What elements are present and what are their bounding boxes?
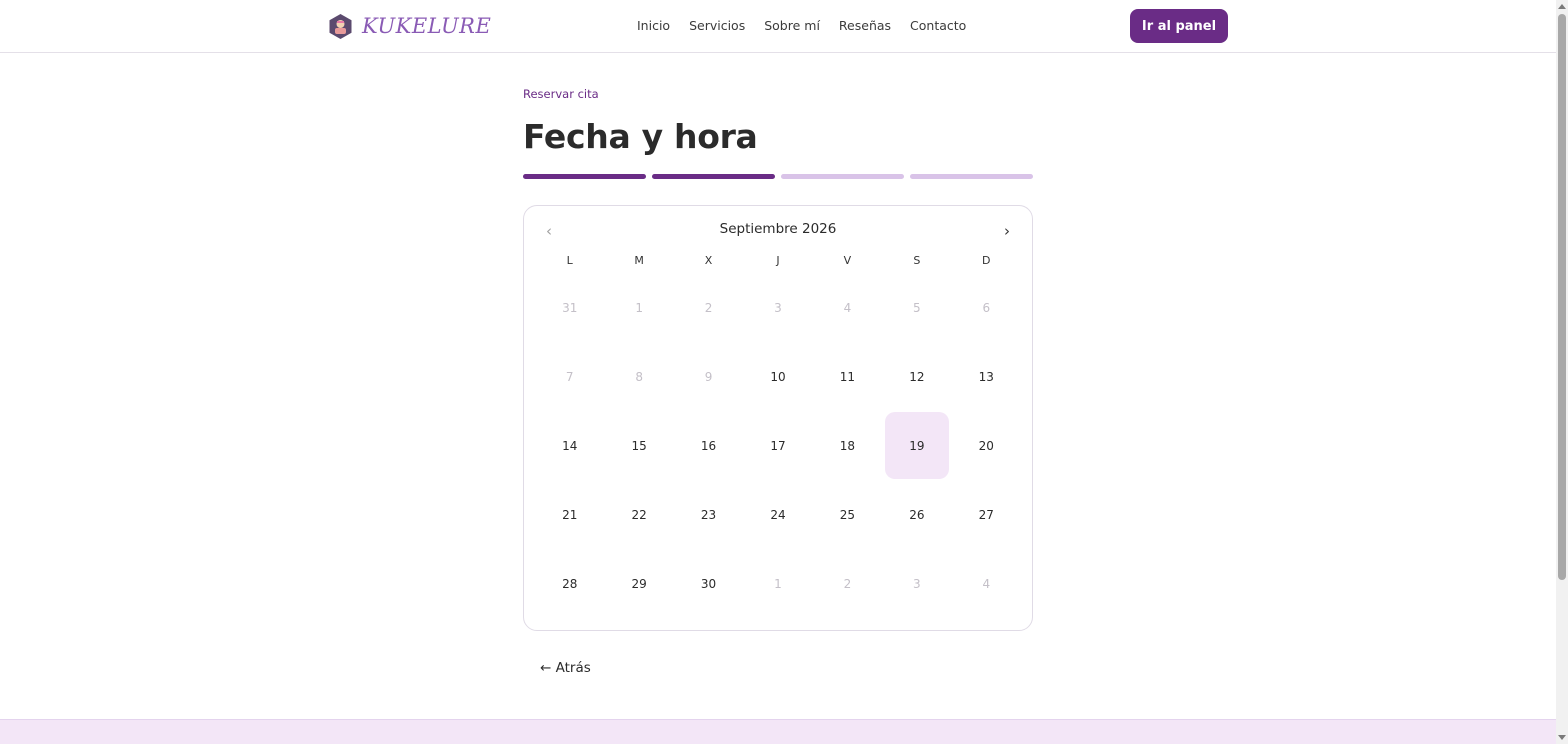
- calendar-day[interactable]: 13: [955, 343, 1018, 410]
- calendar-day[interactable]: 20: [955, 412, 1018, 479]
- calendar-day: 3: [774, 300, 782, 315]
- calendar-month-label: Septiembre 2026: [719, 221, 837, 237]
- page-title: Fecha y hora: [523, 117, 758, 156]
- calendar-day: 2: [704, 300, 713, 315]
- breadcrumb: Reservar cita: [523, 87, 599, 101]
- scroll-down-arrow-icon[interactable]: [1558, 735, 1566, 740]
- next-month-chevron-icon[interactable]: ›: [997, 221, 1017, 241]
- calendar-day: 4: [843, 300, 852, 315]
- calendar-day: 31: [562, 300, 578, 315]
- go-to-panel-button[interactable]: Ir al panel: [1130, 9, 1228, 43]
- calendar-day[interactable]: 16: [677, 412, 740, 479]
- calendar-day[interactable]: 24: [746, 481, 809, 548]
- calendar-day[interactable]: 30: [677, 550, 740, 617]
- weekday-label: D: [982, 254, 991, 267]
- progress-step-3: [781, 174, 904, 179]
- calendar-day: 1: [635, 300, 643, 315]
- calendar-day: 6: [982, 300, 991, 315]
- calendar-day[interactable]: 29: [607, 550, 670, 617]
- calendar-day: 5: [913, 300, 921, 315]
- progress-steps: [523, 174, 1033, 179]
- calendar-day[interactable]: 28: [538, 550, 601, 617]
- nav-inicio[interactable]: Inicio: [637, 18, 670, 33]
- progress-step-1: [523, 174, 646, 179]
- calendar-day[interactable]: 27: [955, 481, 1018, 548]
- page-scrollbar[interactable]: [1556, 0, 1568, 744]
- calendar-day: 2: [843, 576, 852, 591]
- main-nav: Inicio Servicios Sobre mí Reseñas Contac…: [637, 18, 966, 33]
- weekday-label: M: [634, 254, 644, 267]
- weekday-label: S: [913, 254, 921, 267]
- scroll-up-arrow-icon[interactable]: [1558, 4, 1566, 9]
- calendar-days-grid: 31 1 2 3 4 5 6 7 8 9 10 11 12 13 14 15 16 17 18 19 20 21 22 23 2…: [535, 273, 1021, 618]
- weekday-label: L: [566, 254, 573, 267]
- calendar-day: 1: [774, 576, 782, 591]
- calendar-day[interactable]: 10: [746, 343, 809, 410]
- calendar-day[interactable]: 25: [816, 481, 879, 548]
- calendar-day[interactable]: 14: [538, 412, 601, 479]
- nav-sobre-mi[interactable]: Sobre mí: [764, 18, 820, 33]
- weekday-label: X: [704, 254, 713, 267]
- weekday-label: J: [776, 254, 780, 267]
- weekday-label: V: [843, 254, 852, 267]
- nav-contacto[interactable]: Contacto: [910, 18, 966, 33]
- nav-servicios[interactable]: Servicios: [689, 18, 745, 33]
- calendar-day[interactable]: 21: [538, 481, 601, 548]
- calendar-day-selected[interactable]: 19: [885, 412, 949, 479]
- calendar-day: 7: [565, 369, 574, 384]
- calendar-day: 4: [982, 576, 991, 591]
- calendar-day[interactable]: 15: [607, 412, 670, 479]
- nav-resenas[interactable]: Reseñas: [839, 18, 891, 33]
- back-button[interactable]: ← Atrás: [540, 660, 591, 676]
- calendar-day[interactable]: 18: [816, 412, 879, 479]
- scrollbar-thumb[interactable]: [1558, 14, 1566, 580]
- progress-step-2: [652, 174, 775, 179]
- logo[interactable]: KUKELURE: [327, 12, 491, 40]
- calendar-day[interactable]: 22: [607, 481, 670, 548]
- logo-hexagon-icon: [327, 13, 354, 40]
- calendar-weekdays: LMXJVSD: [535, 254, 1021, 267]
- calendar-day[interactable]: 17: [746, 412, 809, 479]
- logo-text: KUKELURE: [362, 14, 492, 38]
- calendar-day: 3: [913, 576, 921, 591]
- calendar-day[interactable]: 23: [677, 481, 740, 548]
- page-footer: [0, 719, 1556, 744]
- calendar-day: 9: [704, 369, 713, 384]
- calendar-day[interactable]: 26: [885, 481, 948, 548]
- calendar-day[interactable]: 11: [816, 343, 879, 410]
- calendar-day[interactable]: 12: [885, 343, 948, 410]
- calendar-day: 8: [635, 369, 643, 384]
- progress-step-4: [910, 174, 1033, 179]
- site-header: KUKELURE Inicio Servicios Sobre mí Reseñ…: [0, 0, 1556, 53]
- date-calendar: ‹ Septiembre 2026 › LMXJVSD 31 1 2 3 4 5 6 7 8 9 1…: [523, 205, 1033, 631]
